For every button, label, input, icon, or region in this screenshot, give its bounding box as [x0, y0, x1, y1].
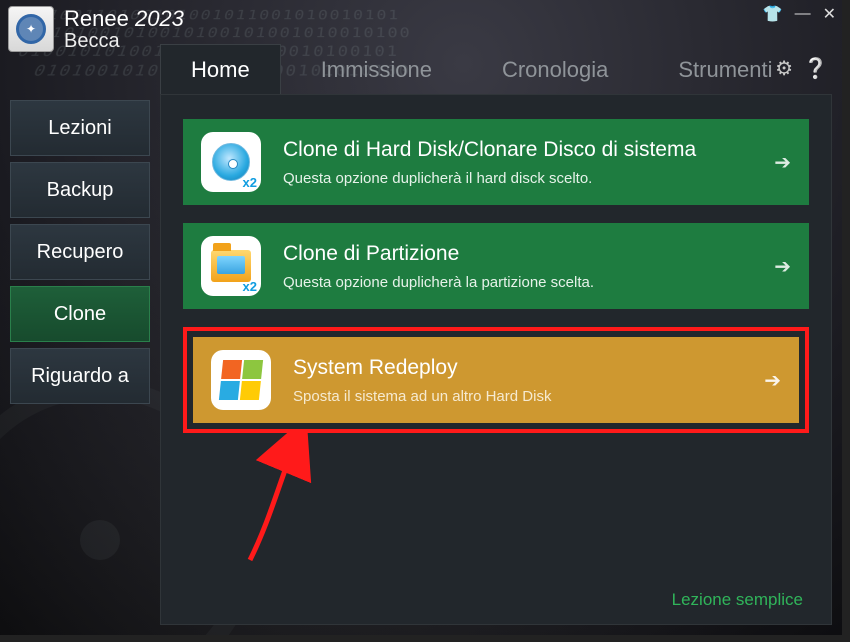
- window-controls: 👕 — ✕: [763, 4, 836, 24]
- highlight-box: System Redeploy Sposta il sistema ad un …: [183, 327, 809, 433]
- option-title: Clone di Partizione: [283, 242, 774, 266]
- app-title-line-1: Renee 2023: [64, 6, 184, 32]
- header-right-icons: ⚙ ❔: [775, 56, 828, 81]
- option-subtitle: Questa opzione duplicherà la partizione …: [283, 274, 774, 291]
- help-icon[interactable]: ❔: [803, 56, 828, 81]
- option-subtitle: Sposta il sistema ad un altro Hard Disk: [293, 388, 764, 405]
- skin-icon[interactable]: 👕: [763, 4, 783, 24]
- app-year: 2023: [135, 6, 184, 31]
- close-button[interactable]: ✕: [823, 4, 836, 24]
- tab-immissione[interactable]: Immissione: [291, 45, 462, 97]
- option-title: Clone di Hard Disk/Clonare Disco di sist…: [283, 138, 774, 162]
- arrow-right-icon: ➔: [764, 368, 781, 393]
- clone-disk-icon: x2: [201, 132, 261, 192]
- clone-partition-icon: x2: [201, 236, 261, 296]
- windows-logo-icon: [219, 360, 263, 400]
- arrow-right-icon: ➔: [774, 150, 791, 175]
- option-subtitle: Questa opzione duplicherà il hard disck …: [283, 170, 774, 187]
- sidebar-item-backup[interactable]: Backup: [10, 162, 150, 218]
- option-clone-partition[interactable]: x2 Clone di Partizione Questa opzione du…: [183, 223, 809, 309]
- x2-badge: x2: [243, 175, 257, 190]
- option-text: System Redeploy Sposta il sistema ad un …: [293, 356, 764, 405]
- minimize-button[interactable]: —: [795, 5, 811, 23]
- settings-icon[interactable]: ⚙: [775, 56, 793, 81]
- sidebar-item-lezioni[interactable]: Lezioni: [10, 100, 150, 156]
- option-system-redeploy[interactable]: System Redeploy Sposta il sistema ad un …: [193, 337, 799, 423]
- system-redeploy-icon: [211, 350, 271, 410]
- tab-cronologia[interactable]: Cronologia: [472, 45, 638, 97]
- footer-link-lezione-semplice[interactable]: Lezione semplice: [672, 590, 803, 610]
- option-clone-hard-disk[interactable]: x2 Clone di Hard Disk/Clonare Disco di s…: [183, 119, 809, 205]
- option-text: Clone di Hard Disk/Clonare Disco di sist…: [283, 138, 774, 187]
- tab-home[interactable]: Home: [160, 44, 281, 97]
- x2-badge: x2: [243, 279, 257, 294]
- option-text: Clone di Partizione Questa opzione dupli…: [283, 242, 774, 291]
- top-tabs: Home Immissione Cronologia Strumenti: [160, 44, 803, 97]
- option-title: System Redeploy: [293, 356, 764, 380]
- sidebar-item-recupero[interactable]: Recupero: [10, 224, 150, 280]
- sidebar-item-riguardo[interactable]: Riguardo a: [10, 348, 150, 404]
- app-window: 0100110100101001011001010010101 10100101…: [0, 0, 842, 635]
- vault-dial-icon: ✦: [16, 14, 46, 44]
- sidebar-item-clone[interactable]: Clone: [10, 286, 150, 342]
- main-panel: x2 Clone di Hard Disk/Clonare Disco di s…: [160, 94, 832, 625]
- app-logo: ✦: [8, 6, 54, 52]
- arrow-right-icon: ➔: [774, 254, 791, 279]
- sidebar: Lezioni Backup Recupero Clone Riguardo a: [10, 100, 150, 410]
- app-name: Renee: [64, 6, 135, 31]
- folder-icon: [211, 250, 251, 282]
